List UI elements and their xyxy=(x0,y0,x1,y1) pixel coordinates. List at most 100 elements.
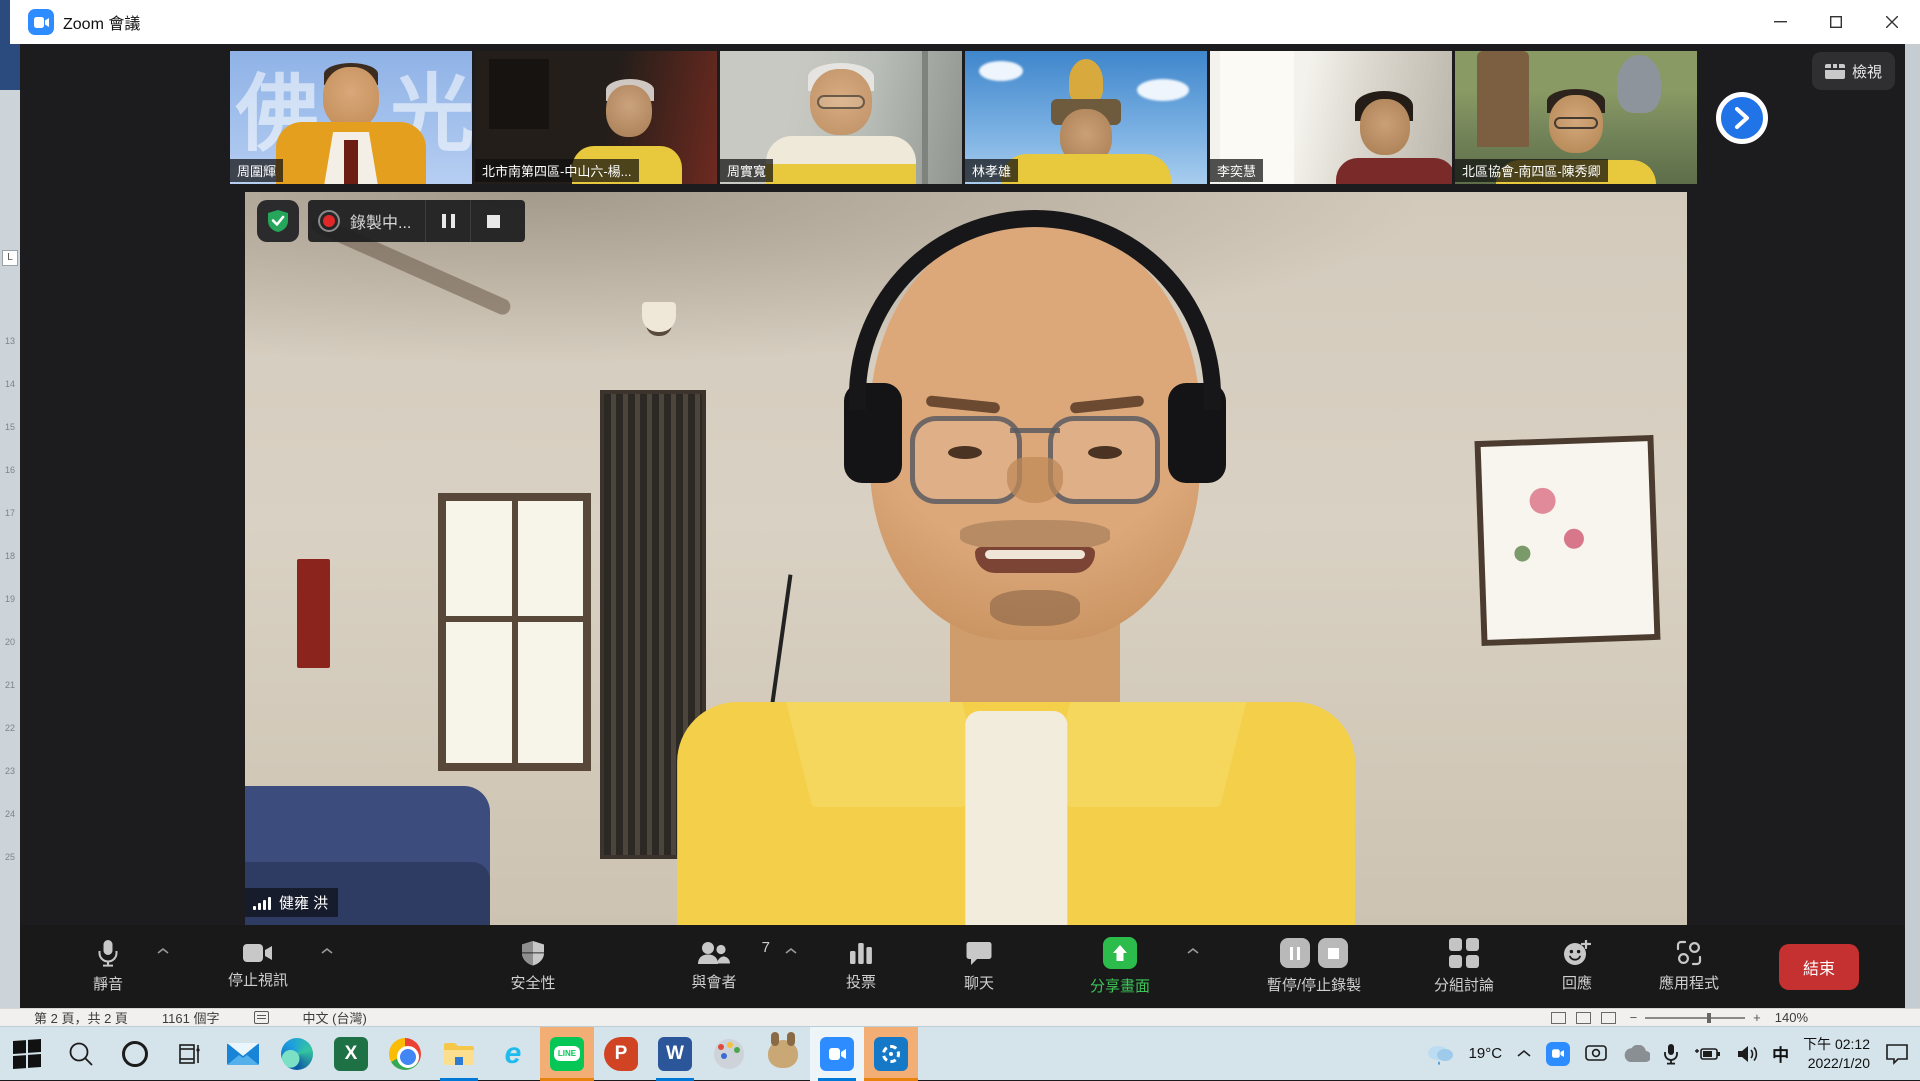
chevron-up-icon[interactable] xyxy=(156,947,170,955)
participant-name-label: 北市南第四區-中山六-楊... xyxy=(475,159,639,182)
taskbar-clock[interactable]: 下午 02:12 2022/1/20 xyxy=(1803,1035,1870,1073)
participant-thumbnail[interactable]: 佛 光 周圍輝 xyxy=(230,51,472,184)
onedrive-tray-icon[interactable] xyxy=(1622,1045,1650,1063)
zoom-slider-track[interactable] xyxy=(1645,1017,1745,1019)
clock-time: 下午 02:12 xyxy=(1803,1035,1870,1054)
zoom-app-taskbar-icon[interactable] xyxy=(810,1027,864,1081)
buddha-statue xyxy=(1069,59,1103,103)
participant-thumbnail[interactable]: 北區協會-南四區-陳秀卿 xyxy=(1455,51,1697,184)
participant-name-label: 李奕慧 xyxy=(1210,159,1263,182)
pause-recording-button[interactable] xyxy=(426,200,470,242)
chevron-up-icon[interactable] xyxy=(784,947,798,955)
flower-art xyxy=(1564,528,1585,549)
page-indicator[interactable]: 第 2 頁，共 2 頁 xyxy=(34,1008,128,1027)
tray-expand-chevron-icon[interactable] xyxy=(1516,1049,1532,1058)
participant-thumbnail[interactable]: 李奕慧 xyxy=(1210,51,1452,184)
language-indicator[interactable]: 中文 (台灣) xyxy=(303,1008,367,1027)
zoom-tray-icon[interactable] xyxy=(1546,1042,1570,1066)
stop-recording-button[interactable] xyxy=(471,200,515,242)
security-button[interactable]: 安全性 xyxy=(478,925,588,1008)
participant-figure xyxy=(323,67,379,129)
participant-figure xyxy=(766,164,916,184)
security-shield-badge[interactable] xyxy=(257,200,299,242)
microphone-tray-icon[interactable] xyxy=(1664,1043,1678,1065)
chrome-logo xyxy=(389,1038,421,1070)
participant-figure xyxy=(922,51,928,184)
internet-explorer-icon[interactable]: e xyxy=(486,1027,540,1081)
line-app-icon[interactable]: LINE xyxy=(540,1027,594,1081)
proofing-icon[interactable] xyxy=(254,1011,269,1024)
cortana-button[interactable] xyxy=(108,1027,162,1081)
ime-language-indicator[interactable]: 中 xyxy=(1772,1041,1789,1066)
word-count[interactable]: 1161 個字 xyxy=(162,1008,220,1027)
mute-button[interactable]: 靜音 xyxy=(60,925,156,1008)
apps-label: 應用程式 xyxy=(1659,972,1719,993)
view-button[interactable]: 檢視 xyxy=(1812,52,1895,90)
zoom-percentage[interactable]: 140% xyxy=(1775,1010,1808,1025)
close-button[interactable] xyxy=(1864,0,1920,44)
paint-app-icon[interactable] xyxy=(702,1027,756,1081)
breakout-rooms-button[interactable]: 分組討論 xyxy=(1408,925,1520,1008)
chevron-up-icon[interactable] xyxy=(320,947,334,955)
chrome-browser-icon[interactable] xyxy=(378,1027,432,1081)
task-view-button[interactable] xyxy=(162,1027,216,1081)
powerpoint-app-icon[interactable]: P xyxy=(594,1027,648,1081)
temperature-readout[interactable]: 19°C xyxy=(1469,1045,1503,1062)
zoom-slider[interactable]: − + xyxy=(1630,1010,1761,1025)
mail-app-icon[interactable] xyxy=(216,1027,270,1081)
word-app-icon[interactable]: W xyxy=(648,1027,702,1081)
battery-tray-icon[interactable] xyxy=(1692,1045,1722,1063)
display-capture-tray-icon[interactable] xyxy=(1584,1044,1608,1064)
ruler-number: 16 xyxy=(5,465,15,475)
view-mode-buttons[interactable] xyxy=(1551,1012,1616,1024)
zoom-window-titlebar: Zoom 會議 xyxy=(0,0,1920,44)
share-screen-button[interactable]: 分享畫面 xyxy=(1058,925,1182,1008)
filmstrip-next-page-button[interactable] xyxy=(1716,92,1768,144)
polls-button[interactable]: 投票 xyxy=(816,925,906,1008)
chin-beard xyxy=(990,590,1080,626)
participant-thumbnail[interactable]: 周實寬 xyxy=(720,51,962,184)
line-logo: LINE xyxy=(550,1037,584,1071)
search-button[interactable] xyxy=(54,1027,108,1081)
participant-figure xyxy=(1336,158,1452,184)
zoom-slider-knob[interactable] xyxy=(1707,1013,1711,1023)
excel-app-icon[interactable]: X xyxy=(324,1027,378,1081)
participants-label: 與會者 xyxy=(691,971,736,992)
edge-browser-icon[interactable] xyxy=(270,1027,324,1081)
participant-thumbnail[interactable]: 北市南第四區-中山六-楊... xyxy=(475,51,717,184)
paint-logo xyxy=(714,1039,744,1069)
end-meeting-button[interactable]: 結束 xyxy=(1779,944,1859,990)
recorder-app-icon[interactable] xyxy=(864,1027,918,1081)
pause-stop-recording-button[interactable]: 暫停/停止錄製 xyxy=(1226,925,1402,1008)
start-button[interactable] xyxy=(0,1027,54,1081)
maximize-button[interactable] xyxy=(1808,0,1864,44)
windows-logo-icon xyxy=(13,1039,41,1069)
reactions-button[interactable]: 回應 xyxy=(1532,925,1622,1008)
share-screen-label: 分享畫面 xyxy=(1090,975,1150,996)
clock-date: 2022/1/20 xyxy=(1803,1054,1870,1073)
chevron-up-icon[interactable] xyxy=(1186,947,1200,955)
participants-button[interactable]: 7 與會者 xyxy=(650,925,778,1008)
apps-button[interactable]: 應用程式 xyxy=(1634,925,1744,1008)
participant-figure xyxy=(489,59,549,129)
volume-tray-icon[interactable] xyxy=(1736,1044,1758,1064)
zoom-out-icon[interactable]: − xyxy=(1630,1010,1638,1025)
zoom-in-icon[interactable]: + xyxy=(1753,1010,1761,1025)
participant-thumbnail[interactable]: 林孝雄 xyxy=(965,51,1207,184)
participant-name-label: 周實寬 xyxy=(720,159,773,182)
ruler-number: 14 xyxy=(5,379,15,389)
stop-video-button[interactable]: 停止視訊 xyxy=(198,925,318,1008)
minimize-button[interactable] xyxy=(1752,0,1808,44)
participant-filmstrip: 佛 光 周圍輝 北市南第四區-中山六-楊... 周實寬 林孝雄 xyxy=(230,51,1700,184)
emule-app-icon[interactable] xyxy=(756,1027,810,1081)
cloud xyxy=(979,61,1023,81)
pagoda xyxy=(1477,51,1529,147)
weather-icon[interactable] xyxy=(1425,1042,1455,1066)
ruler-number: 18 xyxy=(5,551,15,561)
chat-button[interactable]: 聊天 xyxy=(934,925,1024,1008)
word-window-edge xyxy=(0,44,20,90)
mute-label: 靜音 xyxy=(93,973,123,994)
windows-taskbar: X e LINE P W 19°C 中 下午 02:12 2022/1/20 xyxy=(0,1026,1920,1080)
file-explorer-icon[interactable] xyxy=(432,1027,486,1081)
action-center-icon[interactable] xyxy=(1884,1042,1910,1066)
